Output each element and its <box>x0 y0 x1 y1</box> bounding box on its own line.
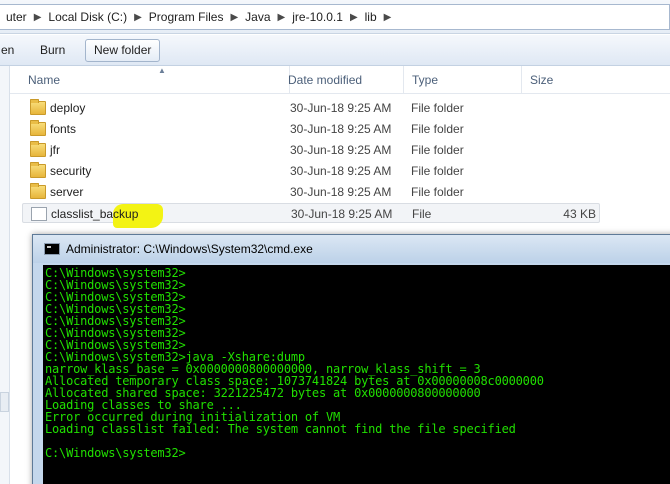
breadcrumb-jre[interactable]: jre-10.0.1 <box>289 10 346 24</box>
folder-icon <box>30 141 46 157</box>
breadcrumb-lib[interactable]: lib <box>362 10 380 24</box>
cmd-window[interactable]: Administrator: C:\Windows\System32\cmd.e… <box>32 234 670 484</box>
chevron-right-icon[interactable]: ▶ <box>346 12 362 23</box>
file-date: 30-Jun-18 9:25 AM <box>290 185 392 199</box>
file-date: 30-Jun-18 9:25 AM <box>290 143 392 157</box>
file-type: File folder <box>411 164 464 178</box>
folder-icon <box>30 162 46 178</box>
file-type: File folder <box>411 185 464 199</box>
column-size[interactable]: Size <box>522 66 670 94</box>
command-toolbar: en Burn New folder <box>0 35 670 66</box>
burn-button[interactable]: Burn <box>31 39 74 62</box>
breadcrumb-program-files[interactable]: Program Files <box>146 10 227 24</box>
console-line: Loading classlist failed: The system can… <box>45 422 516 436</box>
new-folder-button[interactable]: New folder <box>85 39 161 62</box>
column-type[interactable]: Type <box>404 66 522 94</box>
file-date: 30-Jun-18 9:25 AM <box>290 164 392 178</box>
file-date: 30-Jun-18 9:25 AM <box>290 122 392 136</box>
list-item[interactable]: security 30-Jun-18 9:25 AM File folder <box>22 161 600 181</box>
file-type: File folder <box>411 122 464 136</box>
console-output[interactable]: C:\Windows\system32> C:\Windows\system32… <box>43 265 670 484</box>
file-date: 30-Jun-18 9:25 AM <box>290 101 392 115</box>
column-name[interactable]: Name <box>20 66 290 94</box>
chevron-right-icon[interactable]: ▶ <box>130 12 146 23</box>
breadcrumb-computer[interactable]: uter <box>3 10 30 24</box>
address-bar: uter ▶ Local Disk (C:) ▶ Program Files ▶… <box>0 0 670 34</box>
file-name-prefix: classlist <box>51 207 94 221</box>
chevron-right-icon[interactable]: ▶ <box>274 12 290 23</box>
cmd-titlebar[interactable]: Administrator: C:\Windows\System32\cmd.e… <box>33 235 670 263</box>
breadcrumb-local-disk[interactable]: Local Disk (C:) <box>45 10 130 24</box>
file-name: deploy <box>50 101 86 115</box>
folder-icon <box>30 120 46 136</box>
file-name: server <box>50 185 84 199</box>
folder-icon <box>30 183 46 199</box>
file-name: jfr <box>50 143 60 157</box>
file-icon <box>31 207 47 221</box>
column-headers: ▲ Name Date modified Type Size <box>10 66 670 94</box>
list-item[interactable]: server 30-Jun-18 9:25 AM File folder <box>22 182 600 202</box>
window-title: Administrator: C:\Windows\System32\cmd.e… <box>66 242 313 256</box>
file-name: classlist_backup <box>51 204 138 224</box>
folder-icon <box>30 99 46 115</box>
breadcrumb[interactable]: uter ▶ Local Disk (C:) ▶ Program Files ▶… <box>0 4 670 30</box>
chevron-right-icon[interactable]: ▶ <box>380 12 396 23</box>
list-item-selected[interactable]: classlist_backup 30-Jun-18 9:25 AM File … <box>22 203 600 228</box>
open-button[interactable]: en <box>0 39 23 62</box>
chevron-right-icon[interactable]: ▶ <box>226 12 242 23</box>
file-size: 43 KB <box>563 207 596 221</box>
file-name-suffix: _backup <box>93 207 139 221</box>
console-prompt[interactable]: C:\Windows\system32> <box>45 447 670 459</box>
column-date-modified[interactable]: Date modified <box>280 66 404 94</box>
file-name: fonts <box>50 122 77 136</box>
file-type: File <box>412 207 432 221</box>
list-item[interactable]: fonts 30-Jun-18 9:25 AM File folder <box>22 119 600 139</box>
breadcrumb-java[interactable]: Java <box>242 10 273 24</box>
console-icon <box>44 243 60 255</box>
scrollbar[interactable] <box>0 392 9 412</box>
chevron-right-icon[interactable]: ▶ <box>30 12 46 23</box>
file-type: File folder <box>411 101 464 115</box>
file-type: File folder <box>411 143 464 157</box>
file-date: 30-Jun-18 9:25 AM <box>291 207 393 221</box>
list-item[interactable]: deploy 30-Jun-18 9:25 AM File folder <box>22 98 600 118</box>
list-item[interactable]: jfr 30-Jun-18 9:25 AM File folder <box>22 140 600 160</box>
navigation-pane[interactable] <box>0 66 10 484</box>
file-name: security <box>50 164 92 178</box>
